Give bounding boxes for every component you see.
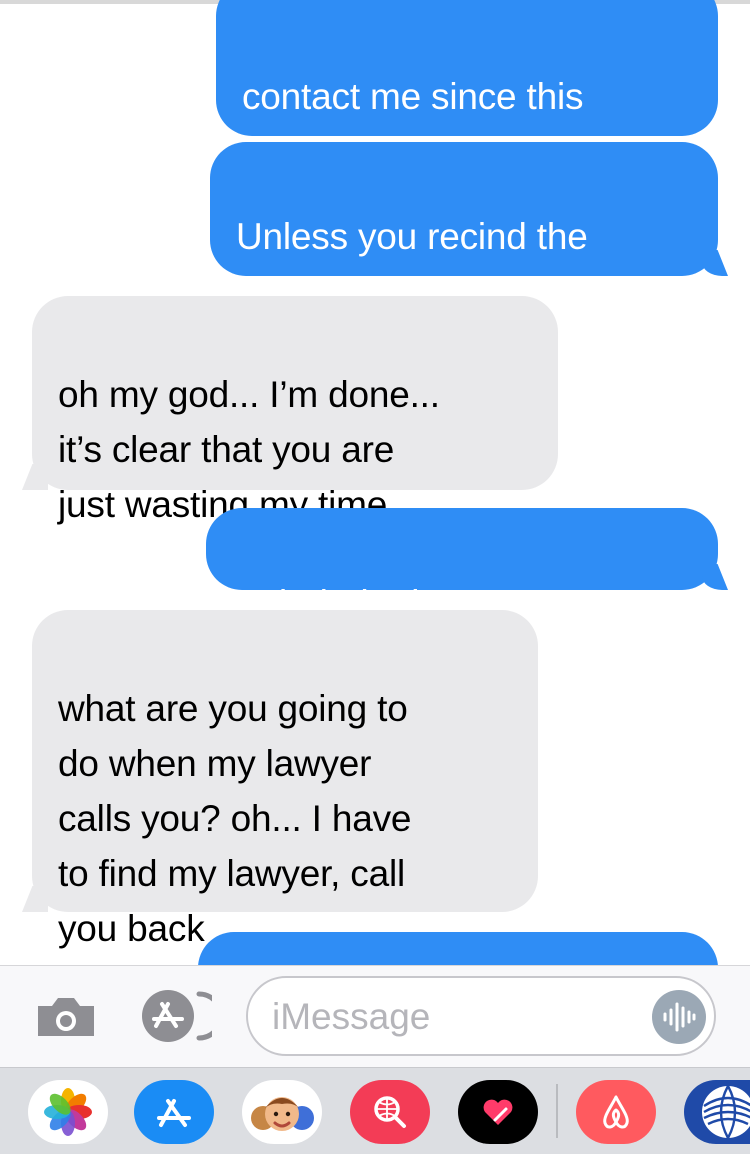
imessage-input[interactable]: [270, 992, 654, 1042]
message-composer: [0, 965, 750, 1068]
memoji-app-icon[interactable]: [242, 1080, 322, 1144]
photos-app-icon[interactable]: [28, 1080, 108, 1144]
airbnb-app-icon[interactable]: [576, 1080, 656, 1144]
camera-icon[interactable]: [34, 994, 98, 1040]
imessage-input-container: [246, 976, 716, 1056]
message-incoming[interactable]: what are you going to do when my lawyer …: [32, 610, 538, 949]
app-store-app-icon[interactable]: [134, 1080, 214, 1144]
message-thread: contact me since this was your deal Unle…: [0, 0, 750, 965]
message-text: what are you going to do when my lawyer …: [58, 688, 412, 949]
digital-touch-app-icon[interactable]: [458, 1080, 538, 1144]
message-outgoing[interactable]: contact me since this was your deal: [216, 0, 718, 172]
message-incoming[interactable]: oh my god... I’m done... it’s clear that…: [32, 296, 558, 525]
images-search-app-icon[interactable]: [350, 1080, 430, 1144]
audio-waveform-icon[interactable]: [652, 990, 706, 1044]
app-store-icon[interactable]: [138, 988, 224, 1044]
message-outgoing[interactable]: Hahahah nice cop out: [206, 508, 718, 624]
message-text: oh my god... I’m done... it’s clear that…: [58, 374, 440, 525]
united-airlines-app-icon[interactable]: [684, 1080, 750, 1144]
app-drawer: [0, 1067, 750, 1154]
drawer-divider: [556, 1084, 558, 1138]
message-outgoing-partial[interactable]: [198, 932, 718, 965]
message-outgoing[interactable]: Unless you recind the deal you can initi…: [210, 142, 718, 312]
